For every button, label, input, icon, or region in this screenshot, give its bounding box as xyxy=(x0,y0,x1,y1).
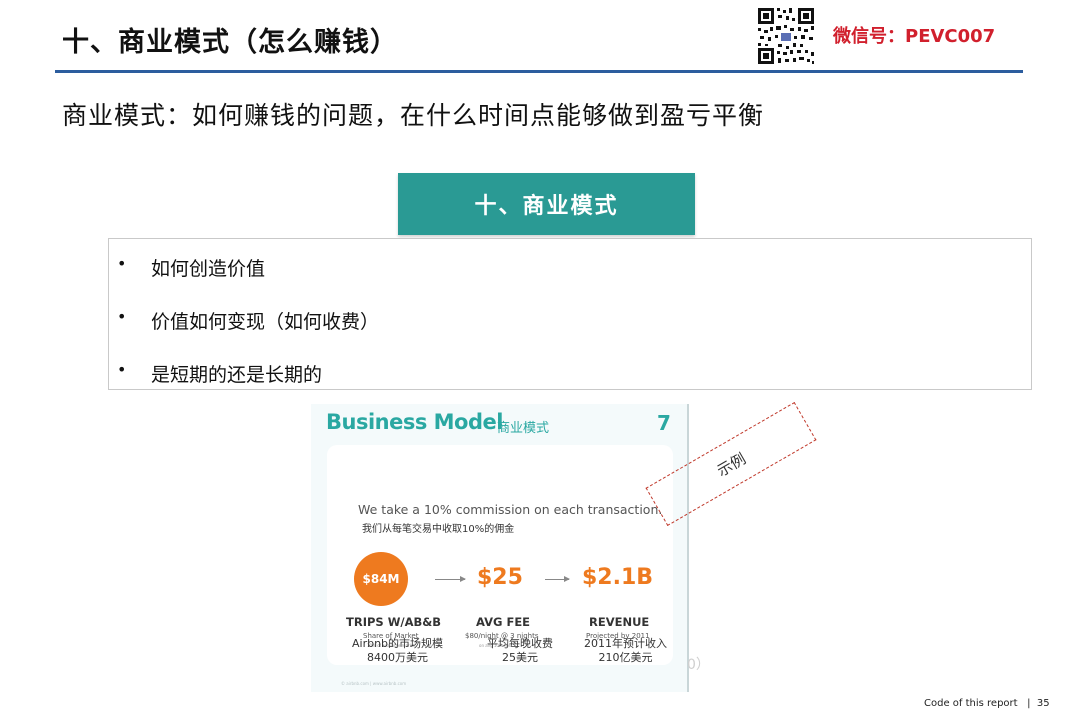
page-number: 35 xyxy=(1036,698,1050,709)
footer-separator: | xyxy=(1020,698,1034,709)
slide-title-cn: 商业模式 xyxy=(497,421,550,436)
revenue-label: REVENUE xyxy=(589,615,650,629)
trips-label: TRIPS W/AB&B xyxy=(346,615,442,629)
trips-summary-line1: Airbnb的市场规模 xyxy=(352,637,444,650)
bullet-text: 如何创造价值 xyxy=(151,258,266,280)
header-divider xyxy=(55,70,1023,73)
revenue-summary: 2011年预计收入 210亿美元 xyxy=(584,637,667,665)
stray-mark: 0） xyxy=(687,657,710,673)
example-stamp-text: 示例 xyxy=(713,449,749,480)
revenue-value: $2.1B xyxy=(582,565,654,590)
slide-page-number: 7 xyxy=(657,411,671,435)
page-title: 十、商业模式（怎么赚钱） xyxy=(62,27,398,58)
bullet-dot: • xyxy=(117,254,127,273)
footer-report-code: Code of this report | 35 xyxy=(924,698,1050,709)
trips-summary: Airbnb的市场规模 8400万美元 xyxy=(352,637,443,665)
avg-fee-summary-line1: 平均每晚收费 xyxy=(487,637,553,650)
bullet-list: • 如何创造价值 • 价值如何变现（如何收费） • 是短期的还是长期的 xyxy=(108,238,1032,390)
slide-card: We take a 10% commission on each transac… xyxy=(327,445,673,665)
avg-fee-summary: 平均每晚收费 25美元 xyxy=(487,637,553,665)
avg-fee-summary-line2: 25美元 xyxy=(502,651,538,664)
wechat-id: 微信号：PEVC007 xyxy=(833,26,996,47)
revenue-summary-line2: 210亿美元 xyxy=(598,651,653,664)
arrow-right-icon xyxy=(545,576,570,582)
footer-code-text: Code of this report xyxy=(924,698,1018,709)
slide-title: Business Model xyxy=(326,410,503,434)
arrow-right-icon xyxy=(435,576,466,582)
section-banner: 十、商业模式 xyxy=(398,173,695,235)
avg-fee-value: $25 xyxy=(477,565,523,590)
commission-text-cn: 我们从每笔交易中收取10%的佣金 xyxy=(362,524,515,535)
slide-footer-fineprint: © airbnb.com | www.airbnb.com xyxy=(341,681,407,686)
bullet-text: 是短期的还是长期的 xyxy=(151,364,323,386)
bullet-dot: • xyxy=(117,360,127,379)
commission-text: We take a 10% commission on each transac… xyxy=(358,502,663,517)
example-slide-image: Business Model 商业模式 7 We take a 10% comm… xyxy=(311,404,689,692)
subtitle: 商业模式：如何赚钱的问题，在什么时间点能够做到盈亏平衡 xyxy=(62,101,765,130)
trips-circle: $84M xyxy=(354,552,408,606)
qr-code-icon xyxy=(756,6,816,66)
revenue-summary-line1: 2011年预计收入 xyxy=(584,637,667,650)
bullet-dot: • xyxy=(117,307,127,326)
bullet-text: 价值如何变现（如何收费） xyxy=(151,311,380,333)
trips-summary-line2: 8400万美元 xyxy=(367,651,429,664)
avg-fee-label: AVG FEE xyxy=(476,615,531,629)
trips-value: $84M xyxy=(362,572,400,586)
